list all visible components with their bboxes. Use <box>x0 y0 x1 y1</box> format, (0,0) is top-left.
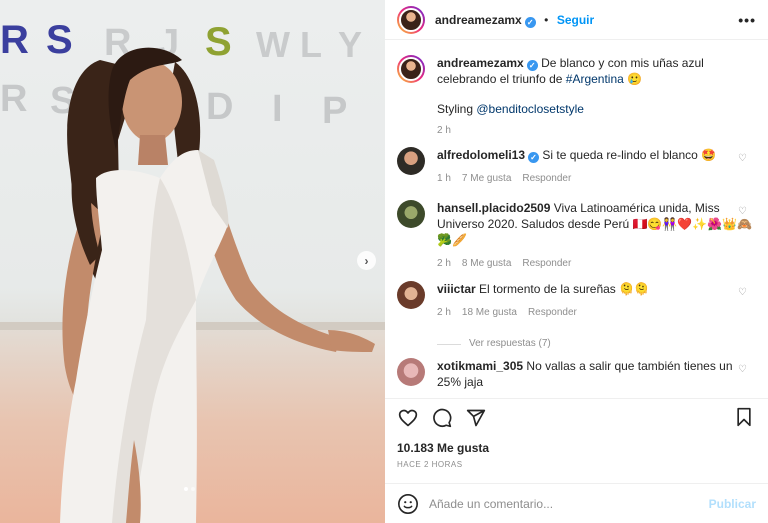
commenter-username[interactable]: alfredolomeli13 <box>437 148 525 162</box>
reply-button[interactable]: Responder <box>522 171 571 187</box>
comment-text: Si te queda re-lindo el blanco 🤩 <box>542 148 717 162</box>
woman-figure <box>60 47 375 523</box>
reply-button[interactable]: Responder <box>522 256 571 272</box>
commenter-username[interactable]: xotikmami_305 <box>437 359 523 373</box>
comment-bubble-icon[interactable] <box>431 407 453 429</box>
carousel-dot <box>191 487 195 491</box>
follow-button[interactable]: Seguir <box>557 13 594 27</box>
caption-avatar[interactable] <box>397 55 425 83</box>
next-photo-button[interactable]: › <box>357 251 376 270</box>
comment-time[interactable]: 2 h <box>437 305 451 321</box>
post-photo[interactable]: R S R J S W L Y R S D I P › <box>0 0 385 523</box>
publish-button[interactable]: Publicar <box>709 497 756 511</box>
view-replies-button[interactable]: Ver respuestas (7) <box>437 336 752 352</box>
comment-text: El tormento de la sureñas 🫠🫠 <box>479 282 650 296</box>
commenter-avatar[interactable] <box>397 358 425 386</box>
like-comment-icon[interactable]: ♡ <box>738 364 747 375</box>
comment-item: alfredolomeli13 ✓ Si te queda re-lindo el… <box>397 147 752 187</box>
like-comment-icon[interactable]: ♡ <box>738 287 747 298</box>
post-time-ago[interactable]: HACE 2 HORAS <box>397 460 463 469</box>
verified-icon: ✓ <box>526 60 538 71</box>
comment-likes[interactable]: 18 Me gusta <box>462 305 517 321</box>
caption-time[interactable]: 2 h <box>437 123 451 139</box>
author-username[interactable]: andreamezamx <box>435 13 522 27</box>
like-heart-icon[interactable] <box>397 407 419 429</box>
comment-time[interactable]: 1 h <box>437 171 451 187</box>
caption: andreamezamx ✓ De blanco y con mis uñas a… <box>397 55 752 139</box>
caption-username[interactable]: andreamezamx <box>437 56 524 70</box>
like-comment-icon[interactable]: ♡ <box>738 206 747 217</box>
comment-time[interactable]: 2 h <box>437 256 451 272</box>
commenter-avatar[interactable] <box>397 281 425 309</box>
carousel-dots <box>184 487 195 491</box>
caption-emoji: 🥲 <box>627 72 643 86</box>
comments-list: andreamezamx ✓ De blanco y con mis uñas a… <box>385 41 768 398</box>
hashtag-link[interactable]: #Argentina <box>566 72 624 86</box>
commenter-avatar[interactable] <box>397 147 425 175</box>
comment-likes[interactable]: 8 Me gusta <box>462 256 511 272</box>
carousel-dot-active <box>184 487 188 491</box>
replies-line <box>437 343 461 345</box>
post-actions: 10.183 Me gusta HACE 2 HORAS <box>385 398 768 482</box>
comment-item: hansell.placido2509 Viva Latinoamérica u… <box>397 200 752 272</box>
save-bookmark-icon[interactable] <box>734 407 756 429</box>
styling-label: Styling <box>437 102 474 116</box>
commenter-avatar[interactable] <box>397 200 425 228</box>
author-avatar[interactable] <box>397 5 425 34</box>
reply-button[interactable]: Responder <box>528 305 577 321</box>
like-comment-icon[interactable]: ♡ <box>738 153 747 164</box>
post-sidebar: andreamezamx ✓ • Seguir ••• andreamezamx ✓… <box>385 0 768 523</box>
post-viewer: R S R J S W L Y R S D I P › andreamezamx… <box>0 0 768 523</box>
separator-dot: • <box>544 12 549 27</box>
emoji-smiley-icon[interactable] <box>397 493 419 515</box>
comment-input[interactable] <box>429 496 709 511</box>
commenter-username[interactable]: hansell.placido2509 <box>437 201 550 215</box>
share-send-icon[interactable] <box>465 407 487 429</box>
verified-icon: ✓ <box>528 152 540 163</box>
verified-icon: ✓ <box>524 16 536 28</box>
more-options-icon[interactable]: ••• <box>738 12 756 28</box>
likes-count[interactable]: 10.183 Me gusta <box>397 441 489 455</box>
comment-likes[interactable]: 7 Me gusta <box>462 171 511 187</box>
post-header: andreamezamx ✓ • Seguir ••• <box>385 0 768 40</box>
comment-item: xotikmami_305 No vallas a salir que tamb… <box>397 358 752 390</box>
styling-mention-link[interactable]: @benditoclosetstyle <box>476 102 584 116</box>
commenter-username[interactable]: viiictar <box>437 282 476 296</box>
comment-composer: Publicar <box>385 483 768 523</box>
comment-item: viiictar El tormento de la sureñas 🫠🫠 2 … <box>397 281 752 352</box>
